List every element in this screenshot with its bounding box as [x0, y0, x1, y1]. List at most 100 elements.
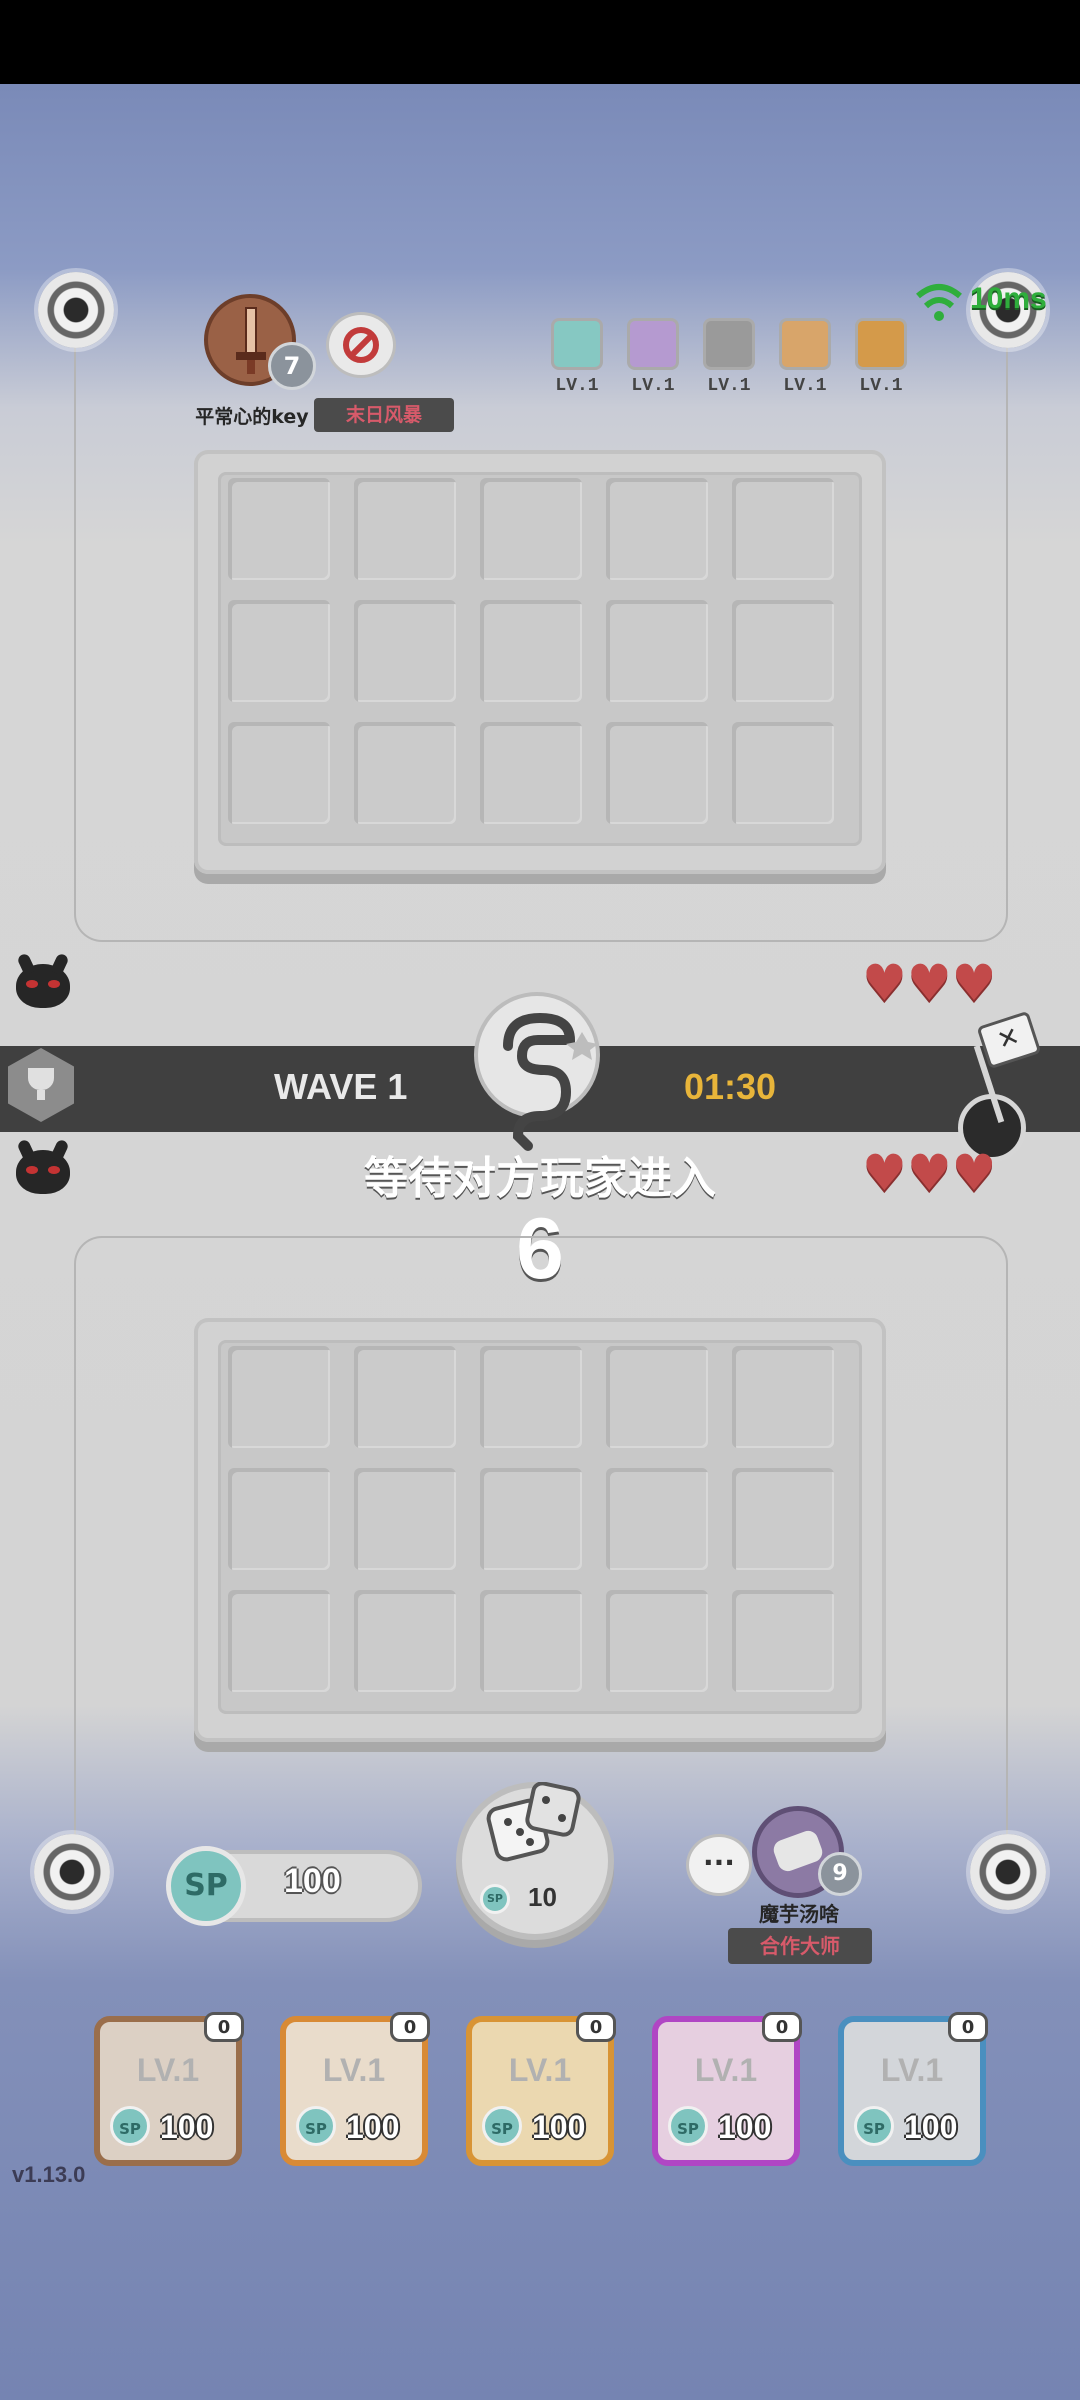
relic-level: LV.1 [631, 376, 675, 396]
waiting-message: 等待对方玩家进入 [364, 1153, 716, 1204]
sp-value: 100 [284, 1862, 341, 1900]
opponent-level-badge: 7 [268, 342, 316, 390]
deck-card-2[interactable]: LV.1 SP 100 0 [280, 2012, 430, 2166]
relic-level: LV.1 [707, 376, 751, 396]
board-cell[interactable] [606, 1468, 708, 1570]
card-lock-badge: 0 [204, 2012, 244, 2042]
ping-readout: 10ms [970, 282, 1047, 315]
card-sp-icon: SP [854, 2106, 894, 2146]
deck-card-5[interactable]: LV.1 SP 100 0 [838, 2012, 988, 2166]
player-name: 魔芋汤啥 [759, 1902, 839, 1926]
board-cell [732, 600, 834, 702]
relic-slot-3[interactable]: LV.1 [703, 318, 755, 396]
player-demon-icon [16, 1150, 70, 1194]
relic-slot-1[interactable]: LV.1 [551, 318, 603, 396]
board-cell[interactable] [606, 1346, 708, 1448]
card-lock-badge: 0 [576, 2012, 616, 2042]
card-cost: 100 [346, 2109, 400, 2145]
opponent-name: 平常心的key [195, 406, 309, 428]
heart-icon: ♥ [862, 954, 907, 1012]
wave-timer: 01:30 [684, 1066, 777, 1107]
summon-sp-icon: SP [480, 1884, 510, 1914]
card-lock-badge: 0 [762, 2012, 802, 2042]
board-cell [228, 600, 330, 702]
card-cost: 100 [718, 2109, 772, 2145]
gun-relic-icon [779, 318, 831, 370]
card-sp-icon: SP [296, 2106, 336, 2146]
board-cell[interactable] [354, 1468, 456, 1570]
player-level-badge: 9 [818, 1852, 862, 1896]
deck-card-3[interactable]: LV.1 SP 100 0 [466, 2012, 616, 2166]
board-cell[interactable] [354, 1346, 456, 1448]
board-cell [732, 722, 834, 824]
relic-slot-4[interactable]: LV.1 [779, 318, 831, 396]
relic-level: LV.1 [783, 376, 827, 396]
opponent-title-badge: 末日风暴 [314, 398, 454, 432]
board-cell [354, 722, 456, 824]
player-title-badge: 合作大师 [728, 1928, 872, 1964]
flag-x-icon: ✕ [976, 1010, 1042, 1070]
relic-level: LV.1 [859, 376, 903, 396]
board-cell [606, 600, 708, 702]
emote-block-button[interactable] [326, 312, 396, 378]
board-cell [228, 722, 330, 824]
block-icon [343, 327, 379, 363]
board-cell[interactable] [228, 1346, 330, 1448]
board-cell[interactable] [732, 1590, 834, 1692]
card-level: LV.1 [694, 2052, 758, 2088]
snake-emblem-icon [478, 996, 602, 1156]
board-cell [354, 600, 456, 702]
status-bar [0, 0, 1080, 84]
board-cell[interactable] [732, 1468, 834, 1570]
player-lives: ♥♥♥ [862, 1148, 1022, 1198]
frost-relic-icon [551, 318, 603, 370]
board-cell[interactable] [228, 1590, 330, 1692]
heart-icon: ♥ [906, 954, 952, 1012]
card-lock-badge: 0 [948, 2012, 988, 2042]
board-cell [606, 478, 708, 580]
relic-slot-2[interactable]: LV.1 [627, 318, 679, 396]
crystal-relic-icon [627, 318, 679, 370]
opponent-spawn-portal-icon [38, 272, 114, 348]
board-cell[interactable] [480, 1590, 582, 1692]
card-cost: 100 [904, 2109, 958, 2145]
board-cell[interactable] [354, 1590, 456, 1692]
card-level: LV.1 [136, 2052, 200, 2088]
board-cell[interactable] [480, 1468, 582, 1570]
deck-card-1[interactable]: LV.1 SP 100 0 [94, 2012, 244, 2166]
board-cell[interactable] [606, 1590, 708, 1692]
card-cost: 100 [160, 2109, 214, 2145]
board-cell [480, 600, 582, 702]
chat-button[interactable]: ··· [686, 1834, 752, 1896]
heart-icon: ♥ [906, 1144, 952, 1202]
relic-slot-5[interactable]: LV.1 [855, 318, 907, 396]
board-cell[interactable] [228, 1468, 330, 1570]
card-sp-icon: SP [482, 2106, 522, 2146]
board-cell[interactable] [480, 1346, 582, 1448]
player-exit-portal-icon [970, 1834, 1046, 1910]
player-board-inner [218, 1340, 862, 1714]
relic-level: LV.1 [555, 376, 599, 396]
card-level: LV.1 [508, 2052, 572, 2088]
board-cell [228, 478, 330, 580]
player-spawn-portal-icon [34, 1834, 110, 1910]
surrender-flag-button[interactable]: ✕ [952, 1010, 1042, 1162]
summon-dice-button[interactable]: SP 10 [456, 1782, 614, 1940]
card-cost: 100 [532, 2109, 586, 2145]
board-cell [480, 478, 582, 580]
sp-coin-icon: SP [166, 1846, 246, 1926]
card-level: LV.1 [322, 2052, 386, 2088]
board-cell[interactable] [732, 1346, 834, 1448]
board-cell [732, 478, 834, 580]
opponent-demon-icon [16, 964, 70, 1008]
dice-icon [486, 1782, 581, 1862]
opponent-board-inner [218, 472, 862, 846]
opponent-lives: ♥♥♥ [862, 958, 1022, 1008]
board-cell [480, 722, 582, 824]
summon-cost: 10 [528, 1882, 557, 1912]
heart-icon: ♥ [862, 1144, 907, 1202]
card-level: LV.1 [880, 2052, 944, 2088]
handshake-icon [770, 1828, 826, 1874]
deck-card-4[interactable]: LV.1 SP 100 0 [652, 2012, 802, 2166]
board-cell [606, 722, 708, 824]
